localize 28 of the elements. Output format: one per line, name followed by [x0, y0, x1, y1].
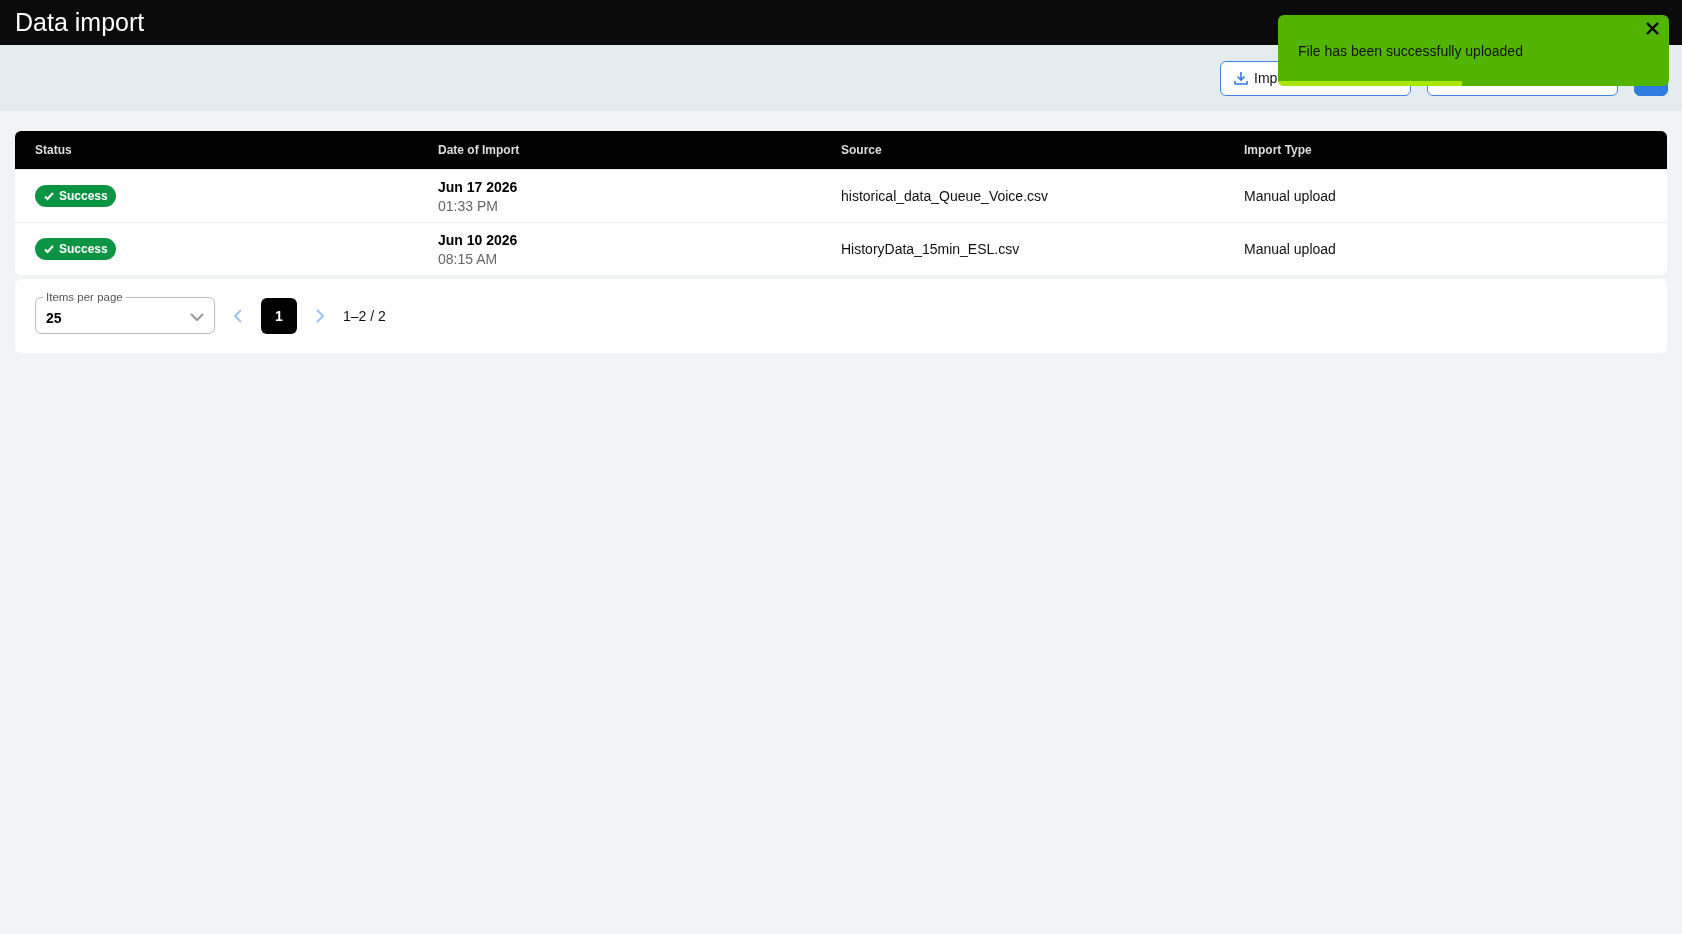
source-cell-text: HistoryData_15min_ESL.csv [841, 241, 1021, 257]
toast-message: File has been successfully uploaded [1298, 42, 1523, 59]
check-icon [43, 243, 55, 255]
select-value: 25 [46, 309, 62, 326]
page-title: Data import [15, 8, 145, 37]
column-header: Import Type [1244, 143, 1313, 157]
import-time: 08:15 AM [438, 250, 499, 267]
status-text: Success [59, 242, 108, 256]
chevron-down-icon [190, 313, 204, 322]
close-button[interactable] [1646, 22, 1659, 35]
column-header: Status [35, 143, 73, 157]
column-header: Source [841, 143, 883, 157]
import-time: 01:33 PM [438, 197, 499, 214]
import-date: Jun 17 2026 [438, 178, 519, 195]
items-per-page-select[interactable]: Items per page 25 [35, 290, 215, 334]
page-button[interactable]: 1 [261, 298, 297, 334]
next-page-button[interactable] [315, 309, 325, 323]
import-type-cell-text: Manual upload [1244, 241, 1337, 257]
import-type-cell-text: Manual upload [1244, 188, 1337, 204]
previous-page-button[interactable] [233, 309, 243, 323]
page-range: 1–2 / 2 [343, 308, 386, 324]
check-icon [43, 190, 55, 202]
import-date: Jun 10 2026 [438, 231, 519, 248]
download-icon [1233, 70, 1249, 86]
column-header: Date of Import [438, 143, 521, 157]
status-text: Success [59, 189, 108, 203]
source-cell-text: historical_data_Queue_Voice.csv [841, 188, 1050, 204]
select-label: Items per page [45, 290, 124, 304]
